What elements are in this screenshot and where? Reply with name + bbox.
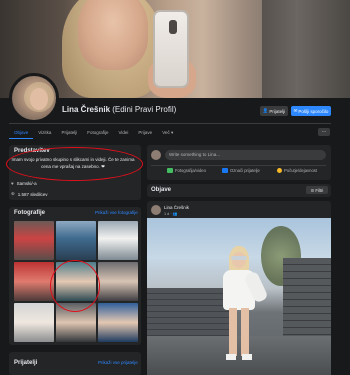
profile-name-sub: (Edini Pravi Profil) [112, 105, 177, 114]
composer-tag-friends-label: Označi prijatelje [230, 168, 260, 173]
composer-photo-video[interactable]: Fotografija/video [167, 168, 206, 173]
profile-name: Lina Črešnik (Edini Pravi Profil) [62, 105, 176, 114]
more-options-button[interactable]: ··· [318, 128, 330, 136]
photo-thumb[interactable] [98, 262, 138, 301]
composer-divider [151, 165, 326, 166]
tab-videi[interactable]: Videi [113, 127, 133, 139]
photo-woman [219, 246, 269, 366]
post-author-name[interactable]: Lina Črešnik [164, 205, 189, 210]
heart-icon: ♥ [11, 181, 14, 186]
friends-title: Prijatelji [14, 360, 38, 366]
red-annotation-ellipse-bio [6, 147, 143, 181]
profile-name-main: Lina Črešnik [62, 105, 111, 114]
cover-face [78, 0, 148, 70]
message-button[interactable]: ✉ Pošlji sporočilo [291, 106, 331, 116]
tab-prijatelji[interactable]: Prijatelji [56, 127, 82, 139]
photo-thumb[interactable] [98, 303, 138, 342]
photos-see-all-link[interactable]: Prikaži vse fotografije [95, 210, 138, 215]
header-divider [9, 123, 331, 124]
messenger-icon: ✉ [293, 108, 298, 113]
composer-photo-video-label: Fotografija/video [175, 168, 206, 173]
photo-thumb[interactable] [56, 221, 96, 260]
photo-video-icon [167, 168, 173, 173]
friends-see-all-link[interactable]: Prikaži vse prijatelje [98, 360, 138, 365]
photo-thumb[interactable] [14, 262, 54, 301]
intro-relationship: ♥ Samski/-a [11, 181, 37, 186]
filter-icon: ☰ [310, 187, 315, 193]
friends-icon: 👤 [262, 108, 269, 113]
composer-avatar [151, 150, 161, 160]
friends-button-label: Prijatelji [269, 108, 286, 114]
message-button-label: Pošlji sporočilo [298, 108, 329, 114]
composer-feeling[interactable]: Počutje/dejavnost [277, 168, 317, 173]
cover-door [262, 0, 350, 98]
photos-title: Fotografije [14, 210, 45, 216]
profile-tabs: Objave Vizitka Prijatelji Fotografije Vi… [9, 127, 178, 139]
composer-input[interactable]: Write something to Lina... [165, 150, 326, 160]
tab-fotografije[interactable]: Fotografije [82, 127, 113, 139]
tab-objave[interactable]: Objave [9, 127, 34, 139]
photo-thumb[interactable] [14, 303, 54, 342]
photo-woman-legs [229, 308, 249, 356]
cover-phone [153, 10, 189, 88]
photo-woman-face [232, 252, 246, 268]
filter-button[interactable]: ☰ Filtri [306, 186, 328, 194]
posts-header [147, 184, 331, 197]
friends-button[interactable]: 👤 Prijatelji [260, 106, 288, 116]
post-meta: 1 d · 👥 [164, 212, 178, 216]
profile-picture-face [30, 88, 48, 110]
photo-thumb[interactable] [14, 221, 54, 260]
tab-vec[interactable]: Več ▾ [157, 127, 178, 139]
photo-woman-sunglasses [231, 256, 247, 260]
photo-woman-shoes [226, 354, 252, 360]
composer-tag-friends[interactable]: Označi prijatelje [222, 168, 260, 173]
feeling-icon [277, 168, 282, 173]
tab-vizitka[interactable]: Vizitka [33, 127, 56, 139]
intro-followers-text: 1.587 sledilcev [17, 191, 48, 197]
photo-thumb[interactable] [98, 221, 138, 260]
profile-picture[interactable] [9, 73, 59, 123]
post-photo[interactable] [147, 218, 331, 375]
tag-friends-icon [222, 168, 228, 173]
intro-relationship-text: Samski/-a [16, 181, 37, 186]
red-annotation-ellipse-photo [50, 260, 100, 312]
post-author-avatar[interactable] [151, 205, 161, 215]
filter-button-label: Filtri [315, 187, 324, 193]
tab-prijave[interactable]: Prijave [133, 127, 157, 139]
follow-icon: ⊕ [11, 191, 15, 196]
posts-title: Objave [151, 187, 172, 193]
composer-feeling-label: Počutje/dejavnost [284, 168, 318, 173]
intro-followers: ⊕ 1.587 sledilcev [11, 191, 48, 197]
